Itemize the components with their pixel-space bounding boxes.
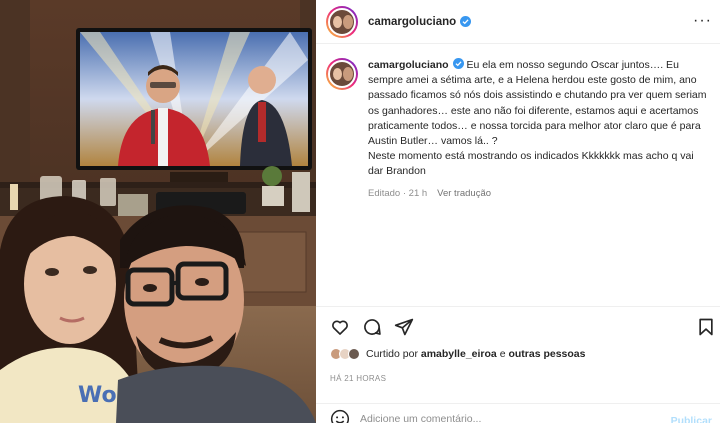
caption-text: camargoluciano Eu ela em nosso segundo O… — [368, 58, 708, 180]
post-header: camargoluciano ··· — [316, 0, 720, 44]
post-photo[interactable]: Wo — [0, 0, 316, 423]
bookmark-icon[interactable] — [696, 317, 716, 337]
liker-avatar — [348, 348, 360, 360]
author-avatar[interactable] — [326, 5, 358, 38]
likes-joiner: e — [499, 348, 506, 360]
caption-block: camargoluciano Eu ela em nosso segundo O… — [326, 58, 711, 199]
caption-body: Eu ela em nosso segundo Oscar juntos…. E… — [368, 59, 707, 178]
likes-summary: Curtido por amabylle_eiroa e outras pess… — [330, 348, 586, 360]
liker-username[interactable]: amabylle_eiroa — [421, 348, 497, 360]
caption-avatar[interactable] — [326, 58, 358, 90]
liker-avatars[interactable] — [330, 348, 360, 360]
comment-icon[interactable] — [362, 317, 382, 337]
instagram-post-view: Wo camargoluciano ··· camargoluciano Eu … — [0, 0, 720, 423]
caption-meta: Editado · 21 h Ver tradução — [368, 188, 708, 199]
author-username[interactable]: camargoluciano — [368, 16, 456, 28]
comment-box: Publicar — [316, 403, 720, 423]
emoji-icon[interactable] — [330, 409, 350, 423]
post-time: HÁ 21 HORAS — [330, 374, 387, 383]
action-bar — [316, 306, 720, 346]
verified-badge-icon — [452, 58, 464, 69]
other-likers-link[interactable]: outras pessoas — [508, 348, 585, 360]
comment-input[interactable] — [360, 412, 660, 423]
publish-button[interactable]: Publicar — [671, 415, 712, 423]
verified-badge-icon — [460, 16, 472, 27]
likes-prefix: Curtido por — [366, 348, 418, 360]
see-translation-link[interactable]: Ver tradução — [437, 188, 491, 199]
share-icon[interactable] — [394, 317, 414, 337]
edited-timestamp: Editado · 21 h — [368, 187, 428, 199]
caption-username[interactable]: camargoluciano — [368, 59, 449, 71]
more-options-icon[interactable]: ··· — [693, 12, 712, 30]
selfie-image: Wo — [0, 0, 316, 423]
svg-text:Wo: Wo — [78, 383, 117, 408]
heart-icon[interactable] — [330, 317, 350, 337]
post-details-panel: camargoluciano ··· camargoluciano Eu ela… — [316, 0, 720, 423]
